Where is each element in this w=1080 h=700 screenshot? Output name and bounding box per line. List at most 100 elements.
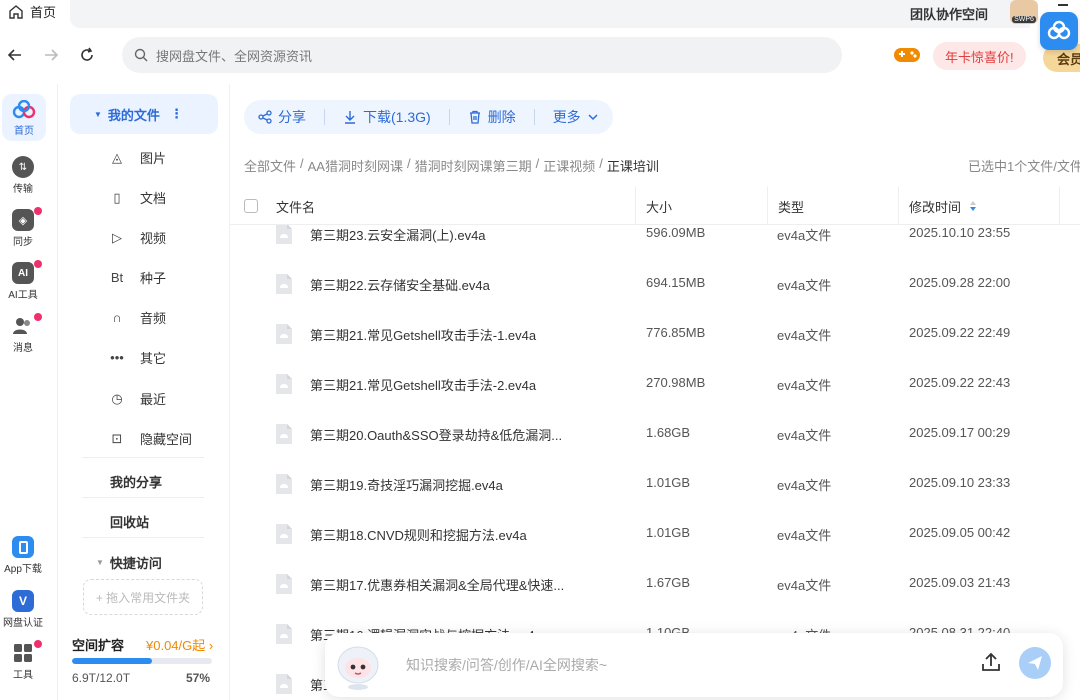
file-type: ev4a文件 xyxy=(777,278,832,293)
sidebar-item-recycle-bin[interactable]: 回收站 xyxy=(110,512,149,531)
share-button[interactable]: 分享 xyxy=(258,107,306,127)
ai-icon: AI xyxy=(12,262,34,284)
rail-item-messages[interactable]: 消息 xyxy=(0,313,46,354)
column-header-size[interactable]: 大小 xyxy=(635,187,672,225)
file-modified: 2025.09.22 22:49 xyxy=(909,325,1011,340)
file-name: 第三期23.云安全漏洞(上).ev4a xyxy=(310,228,486,243)
divider xyxy=(324,109,325,125)
table-row[interactable]: 第三期17.优惠券相关漏洞&全局代理&快速... 1.67GB ev4a文件 2025… xyxy=(230,559,1080,609)
notification-dot xyxy=(34,640,42,648)
clock-icon: ◷ xyxy=(111,390,123,406)
file-size: 1.68GB xyxy=(646,425,691,440)
breadcrumb-item[interactable]: 正课视频 xyxy=(543,156,595,175)
breadcrumb-separator: / xyxy=(535,156,540,171)
sidebar-item-label: 文档 xyxy=(140,191,167,206)
search-placeholder: 搜网盘文件、全网资源资讯 xyxy=(156,48,313,64)
file-size: 694.15MB xyxy=(646,275,706,290)
breadcrumb-item[interactable]: AA猎洞时刻网课 xyxy=(308,156,403,175)
sidebar-item-documents[interactable]: ▯ 文档 xyxy=(108,188,166,207)
search-input[interactable]: 搜网盘文件、全网资源资讯 xyxy=(122,37,842,73)
rail-item-app-download[interactable]: App下载 xyxy=(0,536,46,575)
rail-item-tools[interactable]: 工具 xyxy=(0,640,46,681)
file-name: 第三期21.常见Getshell攻击手法-1.ev4a xyxy=(310,328,537,343)
sync-icon: ◈ xyxy=(12,209,34,231)
sidebar-item-recent[interactable]: ◷ 最近 xyxy=(108,389,166,408)
lock-icon: ⊡ xyxy=(111,430,123,446)
rail-item-transfer[interactable]: ⇅ 传输 xyxy=(0,156,46,195)
rail-item-sync[interactable]: ◈ 同步 xyxy=(0,207,46,248)
breadcrumb-item[interactable]: 猎洞时刻网课第三期 xyxy=(415,156,532,175)
avatar-badge: SWP6 xyxy=(1012,16,1036,23)
table-row[interactable]: 第三期20.Oauth&SSO登录劫持&低危漏洞... 1.68GB ev4a文件 2… xyxy=(230,409,1080,459)
space-upgrade-title: 空间扩容 xyxy=(72,638,125,653)
breadcrumb-separator: / xyxy=(599,156,603,171)
divider xyxy=(533,109,535,125)
avatar[interactable]: SWP6 xyxy=(1010,0,1038,24)
column-header-type[interactable]: 类型 xyxy=(767,187,804,225)
file-type: ev4a文件 xyxy=(777,378,832,393)
home-tab-label: 首页 xyxy=(30,5,57,20)
promo-button[interactable]: 年卡惊喜价! xyxy=(933,42,1026,70)
table-row[interactable]: 第三期21.常见Getshell攻击手法-1.ev4a 776.85MB ev4a文… xyxy=(230,309,1080,359)
file-icon xyxy=(276,324,292,344)
column-divider xyxy=(1059,187,1070,225)
rail-item-ai-tools[interactable]: AI AI工具 xyxy=(0,260,46,301)
sidebar-my-files[interactable]: ▼ 我的文件 ⋮ xyxy=(70,94,218,134)
file-name: 第三期22.云存储安全基础.ev4a xyxy=(310,278,490,293)
file-type: ev4a文件 xyxy=(777,578,832,593)
storage-used-text: 6.9T/12.0T xyxy=(72,671,131,685)
column-header-name[interactable]: 文件名 xyxy=(276,187,315,225)
forward-button[interactable] xyxy=(40,44,62,66)
rail-item-verify[interactable]: V 网盘认证 xyxy=(0,590,46,629)
refresh-button[interactable] xyxy=(76,44,98,66)
torrent-icon: Bt xyxy=(110,270,124,285)
table-row[interactable]: 第三期18.CNVD规则和挖掘方法.ev4a 1.01GB ev4a文件 2025.0… xyxy=(230,509,1080,559)
sidebar-item-audio[interactable]: ∩ 音频 xyxy=(108,308,166,327)
sidebar-item-torrents[interactable]: Bt 种子 xyxy=(108,268,166,287)
sidebar-item-label: 图片 xyxy=(140,151,167,166)
minimize-icon[interactable] xyxy=(1058,4,1068,6)
file-icon xyxy=(276,274,292,294)
add-quick-folder-dropzone[interactable]: + 拖入常用文件夹 xyxy=(83,579,203,615)
ai-search-input[interactable]: 知识搜索/问答/创作/AI全网搜索~ xyxy=(406,655,607,675)
space-upgrade-link[interactable]: ¥0.04/G起 › xyxy=(146,635,213,654)
team-space-link[interactable]: 团队协作空间 xyxy=(910,4,988,23)
tab-bar-background xyxy=(70,0,1030,28)
column-header-modified[interactable]: 修改时间 xyxy=(898,187,977,225)
document-icon: ▯ xyxy=(113,189,121,205)
table-row[interactable]: 第三期19.奇技淫巧漏洞挖掘.ev4a 1.01GB ev4a文件 2025.09.1… xyxy=(230,459,1080,509)
file-name: 第三期19.奇技淫巧漏洞挖掘.ev4a xyxy=(310,478,503,493)
breadcrumb-item[interactable]: 全部文件 xyxy=(244,156,296,175)
sidebar-item-videos[interactable]: ▷ 视频 xyxy=(108,228,166,247)
more-button[interactable]: 更多 xyxy=(553,107,599,127)
back-button[interactable] xyxy=(4,44,26,66)
file-icon xyxy=(276,674,292,694)
delete-button[interactable]: 删除 xyxy=(468,107,516,127)
rail-item-home[interactable]: 首页 xyxy=(2,94,46,141)
table-row[interactable]: 第三期22.云存储安全基础.ev4a 694.15MB ev4a文件 2025.09.… xyxy=(230,259,1080,309)
kebab-menu-icon[interactable]: ⋮ xyxy=(170,106,183,122)
file-size: 1.01GB xyxy=(646,475,691,490)
download-button[interactable]: 下载(1.3G) xyxy=(343,107,431,127)
home-tab[interactable]: 首页 xyxy=(8,2,56,21)
sidebar-item-my-share[interactable]: 我的分享 xyxy=(110,472,162,491)
sidebar-item-other[interactable]: ••• 其它 xyxy=(108,348,166,367)
arrow-right-icon xyxy=(45,49,59,61)
game-icon[interactable] xyxy=(893,44,921,69)
table-row[interactable]: 第三期23.云安全漏洞(上).ev4a 596.09MB ev4a文件 2025.10… xyxy=(230,225,1080,259)
file-type: ev4a文件 xyxy=(777,228,832,243)
sidebar-item-hidden-space[interactable]: ⊡ 隐藏空间 xyxy=(108,429,192,448)
space-price: ¥0.04/G起 xyxy=(146,638,206,653)
file-icon xyxy=(276,374,292,394)
chevron-right-icon: › xyxy=(205,638,214,653)
upload-icon[interactable] xyxy=(981,651,1001,676)
send-button[interactable] xyxy=(1019,647,1051,679)
quick-access-toggle[interactable]: ▼ 快捷访问 xyxy=(96,553,162,572)
table-row[interactable]: 第三期21.常见Getshell攻击手法-2.ev4a 270.98MB ev4a文… xyxy=(230,359,1080,409)
sidebar-item-images[interactable]: ◬ 图片 xyxy=(108,148,166,167)
delete-label: 删除 xyxy=(487,109,516,125)
quick-access-label: 快捷访问 xyxy=(109,556,162,571)
select-all-checkbox[interactable] xyxy=(244,187,258,225)
cloud-logo-icon[interactable] xyxy=(1040,12,1078,50)
breadcrumb: 全部文件 / AA猎洞时刻网课 / 猎洞时刻网课第三期 / 正课视频 / 正课培训 xyxy=(244,156,659,175)
